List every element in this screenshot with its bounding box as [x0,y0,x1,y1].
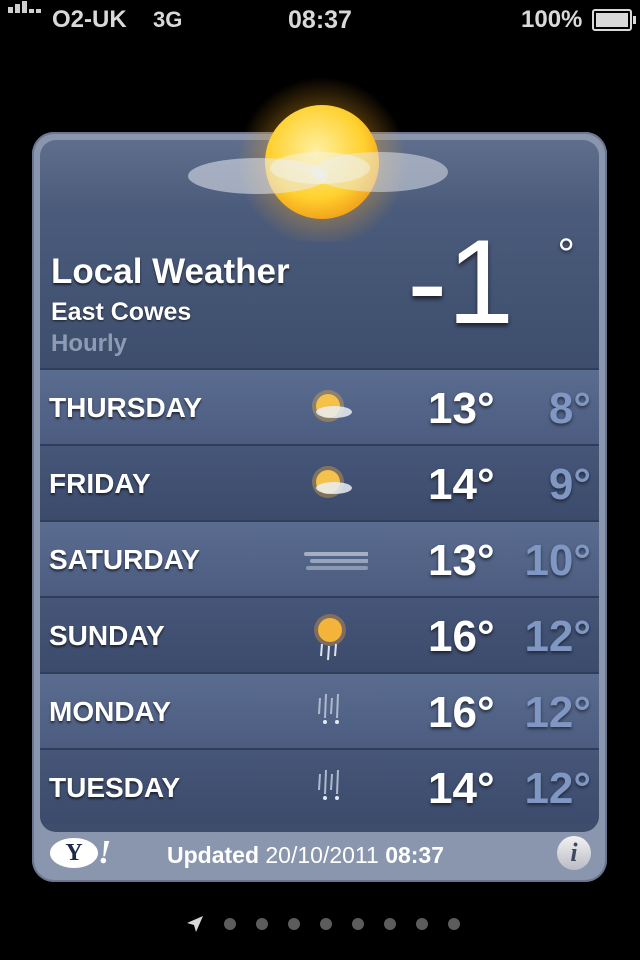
battery-icon [592,9,636,31]
battery-percent: 100% [521,6,583,33]
forecast-low: 8° [548,384,591,433]
page-dot[interactable] [320,918,332,930]
sun-cloud-icon [188,77,448,242]
forecast-day: MONDAY [49,696,171,727]
forecast-low: 12° [524,688,591,737]
forecast-high: 16° [428,688,495,737]
page-indicator[interactable] [0,912,640,936]
widget-title: Local Weather [51,252,290,291]
updated-date: 20/10/2011 [265,842,379,868]
forecast-day: SUNDAY [49,620,165,651]
fog-icon [304,552,368,570]
weather-panel: Local Weather East Cowes Hourly -1 ° THU… [40,140,599,832]
sun-cloud-icon [312,390,352,422]
forecast-high: 14° [428,764,495,813]
forecast-day: SATURDAY [49,544,200,575]
updated-label: Updated [167,842,259,868]
weather-card[interactable]: Local Weather East Cowes Hourly -1 ° THU… [32,132,607,882]
info-button[interactable]: i [557,836,591,870]
forecast-row: TUESDAY 14° 12° [40,748,599,824]
forecast-row: THURSDAY 13° 8° [40,368,599,444]
forecast-day: TUESDAY [49,772,181,803]
location-arrow-icon [187,916,203,932]
forecast-row: SUNDAY 16° 12° [40,596,599,672]
degree-symbol: ° [557,230,575,279]
hourly-toggle[interactable]: Hourly [51,330,127,358]
page-dot[interactable] [416,918,428,930]
status-bar: O2-UK 3G 08:37 100% [0,0,640,40]
rain-icon [318,693,339,724]
forecast-day: THURSDAY [49,392,202,423]
yahoo-logo-bubble: Y [50,838,98,868]
forecast-row: SATURDAY 13° 10° [40,520,599,596]
page-dot[interactable] [352,918,364,930]
page-dot[interactable] [448,918,460,930]
forecast-day: FRIDAY [49,468,151,499]
forecast-low: 10° [524,536,591,585]
sun-cloud-icon [312,466,352,498]
page-dot[interactable] [384,918,396,930]
rain-icon [318,769,339,800]
forecast-high: 13° [428,384,495,433]
page-dot[interactable] [288,918,300,930]
forecast-high: 16° [428,612,495,661]
forecast-row: MONDAY 16° 12° [40,672,599,748]
page-dot[interactable] [224,918,236,930]
forecast-low: 9° [548,460,591,509]
page-dot[interactable] [256,918,268,930]
forecast-row: FRIDAY 14° 9° [40,444,599,520]
forecast-low: 12° [524,764,591,813]
forecast-high: 14° [428,460,495,509]
sun-rain-icon [314,614,346,661]
location-name: East Cowes [51,298,192,326]
forecast-low: 12° [524,612,591,661]
card-footer: Y ! Updated 20/10/2011 08:37 i [32,832,607,882]
last-updated: Updated 20/10/2011 08:37 [167,842,444,869]
forecast-high: 13° [428,536,495,585]
updated-time: 08:37 [385,842,445,868]
forecast-list: THURSDAY 13° 8° FRIDAY 14° 9° SATURDAY 1… [40,368,599,824]
yahoo-logo-bang: ! [98,834,112,871]
yahoo-logo[interactable]: Y ! [50,834,112,871]
